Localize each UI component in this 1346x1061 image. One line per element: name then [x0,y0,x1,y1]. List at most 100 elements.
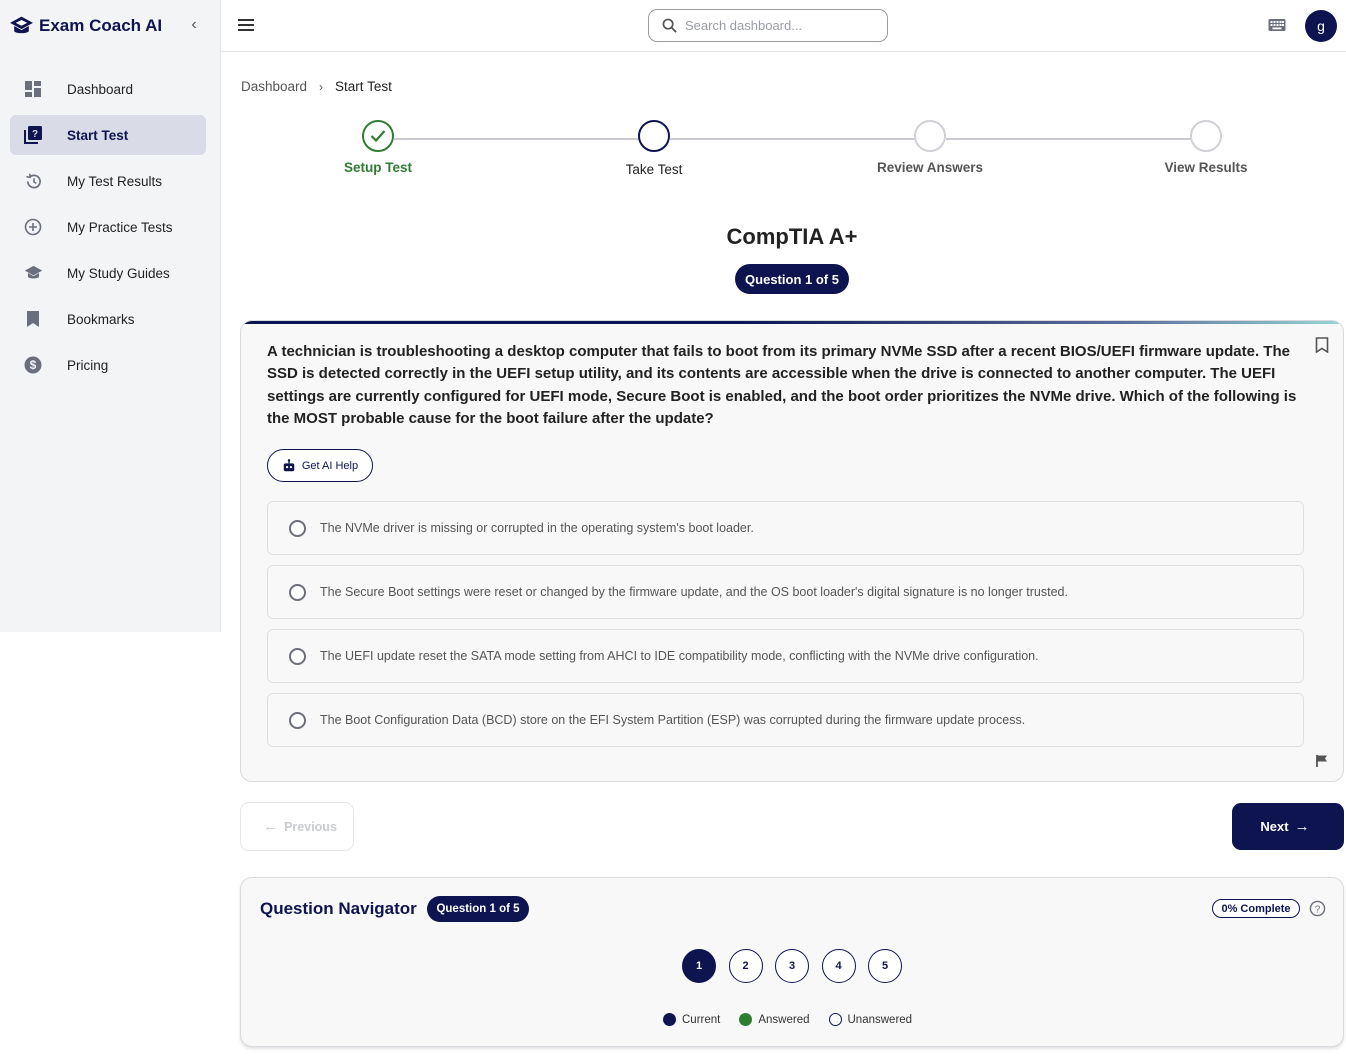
search-icon [662,18,677,33]
sidebar-item-dashboard[interactable]: Dashboard [10,69,206,109]
test-title: CompTIA A+ [726,224,858,249]
arrow-right-icon: → [1294,818,1310,835]
legend-label: Answered [758,1013,810,1026]
collapse-sidebar-chevron-left-icon[interactable]: ‹ [186,17,202,33]
answer-option[interactable]: The UEFI update reset the SATA mode sett… [267,629,1304,683]
question-number-button[interactable]: 2 [728,949,763,983]
sidebar-item-label: My Test Results [67,173,163,189]
graduation-cap-icon [10,16,33,34]
svg-text:$: $ [30,358,37,372]
answer-option[interactable]: The Boot Configuration Data (BCD) store … [267,693,1304,747]
dollar-icon: $ [23,355,43,375]
check-icon [362,120,394,152]
current-dot-icon [663,1013,676,1026]
svg-text:?: ? [32,129,38,140]
question-navigator: Question Navigator Question 1 of 5 0% Co… [240,877,1344,1047]
history-icon [23,171,43,191]
answer-option[interactable]: The Secure Boot settings were reset or c… [267,565,1304,619]
radio-button[interactable] [289,647,306,665]
step-review-answers: Review Answers [830,120,1030,175]
answered-dot-icon [739,1013,753,1026]
step-label: Setup Test [343,160,412,175]
test-stepper: Setup Test Take Test Review Answers View… [240,120,1344,190]
sidebar-item-label: Start Test [67,127,129,143]
sidebar-item-bookmarks[interactable]: Bookmarks [10,299,206,339]
legend-answered: Answered [739,1013,810,1026]
help-icon[interactable]: ? [1309,900,1326,917]
step-take-test: Take Test [554,118,754,177]
sidebar-item-label: Bookmarks [67,311,135,327]
step-current-circle [638,120,670,152]
breadcrumb: Dashboard › Start Test [241,79,392,94]
school-icon [23,263,43,283]
robot-icon [283,458,295,471]
question-number-button[interactable]: 5 [868,949,902,983]
legend-unanswered: Unanswered [828,1013,913,1026]
answer-option[interactable]: The NVMe driver is missing or corrupted … [267,501,1304,555]
previous-label: Previous [284,819,337,834]
menu-icon[interactable] [238,16,256,36]
step-label: Review Answers [876,160,984,175]
keyboard-icon[interactable] [1268,17,1286,33]
radio-button[interactable] [289,711,306,729]
question-text: A technician is troubleshooting a deskto… [267,343,1297,427]
step-pending-circle [1190,120,1222,152]
sidebar-item-start-test[interactable]: ? Start Test [10,115,206,155]
answer-option-text: The Boot Configuration Data (BCD) store … [320,713,1026,727]
question-number-list: 1 2 3 4 5 [682,949,915,983]
answer-option-text: The UEFI update reset the SATA mode sett… [320,649,1039,663]
bookmark-icon [23,309,43,329]
avatar[interactable]: g [1305,10,1337,42]
top-bar: g [221,0,1346,52]
question-progress-badge: Question 1 of 5 [735,264,849,294]
dashboard-icon [23,79,43,99]
breadcrumb-current: Start Test [335,79,392,94]
previous-button[interactable]: ← Previous [240,802,354,851]
legend-label: Current [682,1013,721,1026]
answer-option-text: The NVMe driver is missing or corrupted … [320,521,754,535]
sidebar-item-my-study-guides[interactable]: My Study Guides [10,253,206,293]
legend-label: Unanswered [847,1013,913,1026]
sidebar-item-pricing[interactable]: $ Pricing [10,345,206,385]
sidebar-item-label: My Practice Tests [67,219,173,235]
breadcrumb-dashboard-link[interactable]: Dashboard [241,79,307,94]
question-number-button[interactable]: 3 [775,949,809,983]
flag-icon[interactable] [1315,754,1329,768]
search-input[interactable] [685,18,875,33]
quiz-icon: ? [23,125,43,145]
legend-current: Current [663,1013,720,1026]
sidebar-nav: Dashboard ? Start Test My Test Results M… [0,69,220,391]
completion-badge: 0% Complete [1212,899,1300,918]
step-setup-test: Setup Test [278,120,478,175]
radio-button[interactable] [289,583,306,601]
search-box[interactable] [648,9,888,42]
app-name: Exam Coach AI [39,16,163,35]
unanswered-dot-icon [828,1013,842,1026]
sidebar-item-my-test-results[interactable]: My Test Results [10,161,206,201]
next-button[interactable]: Next → [1232,803,1344,850]
step-pending-circle [914,120,946,152]
navigator-progress-badge: Question 1 of 5 [427,896,529,922]
next-label: Next [1260,819,1289,834]
get-ai-help-label: Get AI Help [301,459,359,472]
card-accent-bar [241,321,1343,324]
question-number-button[interactable]: 1 [682,949,716,983]
sidebar-item-label: Pricing [67,357,109,373]
get-ai-help-button[interactable]: Get AI Help [267,449,373,482]
radio-button[interactable] [289,519,306,537]
question-number-button[interactable]: 4 [821,949,856,983]
svg-text:?: ? [1315,904,1321,915]
add-circle-icon [23,217,43,237]
navigator-title: Question Navigator [260,899,417,918]
answer-option-text: The Secure Boot settings were reset or c… [320,585,1068,599]
step-label: Take Test [625,162,683,177]
question-card: A technician is troubleshooting a deskto… [240,320,1344,782]
bookmark-outline-icon[interactable] [1315,337,1329,353]
sidebar: Exam Coach AI ‹ Dashboard ? Start Test M… [0,0,221,632]
sidebar-item-label: My Study Guides [67,265,170,281]
sidebar-item-my-practice-tests[interactable]: My Practice Tests [10,207,206,247]
arrow-left-icon: ← [263,818,279,835]
step-view-results: View Results [1106,120,1306,175]
navigator-legend: Current Answered Unanswered [663,1013,931,1026]
chevron-right-icon: › [319,79,324,94]
